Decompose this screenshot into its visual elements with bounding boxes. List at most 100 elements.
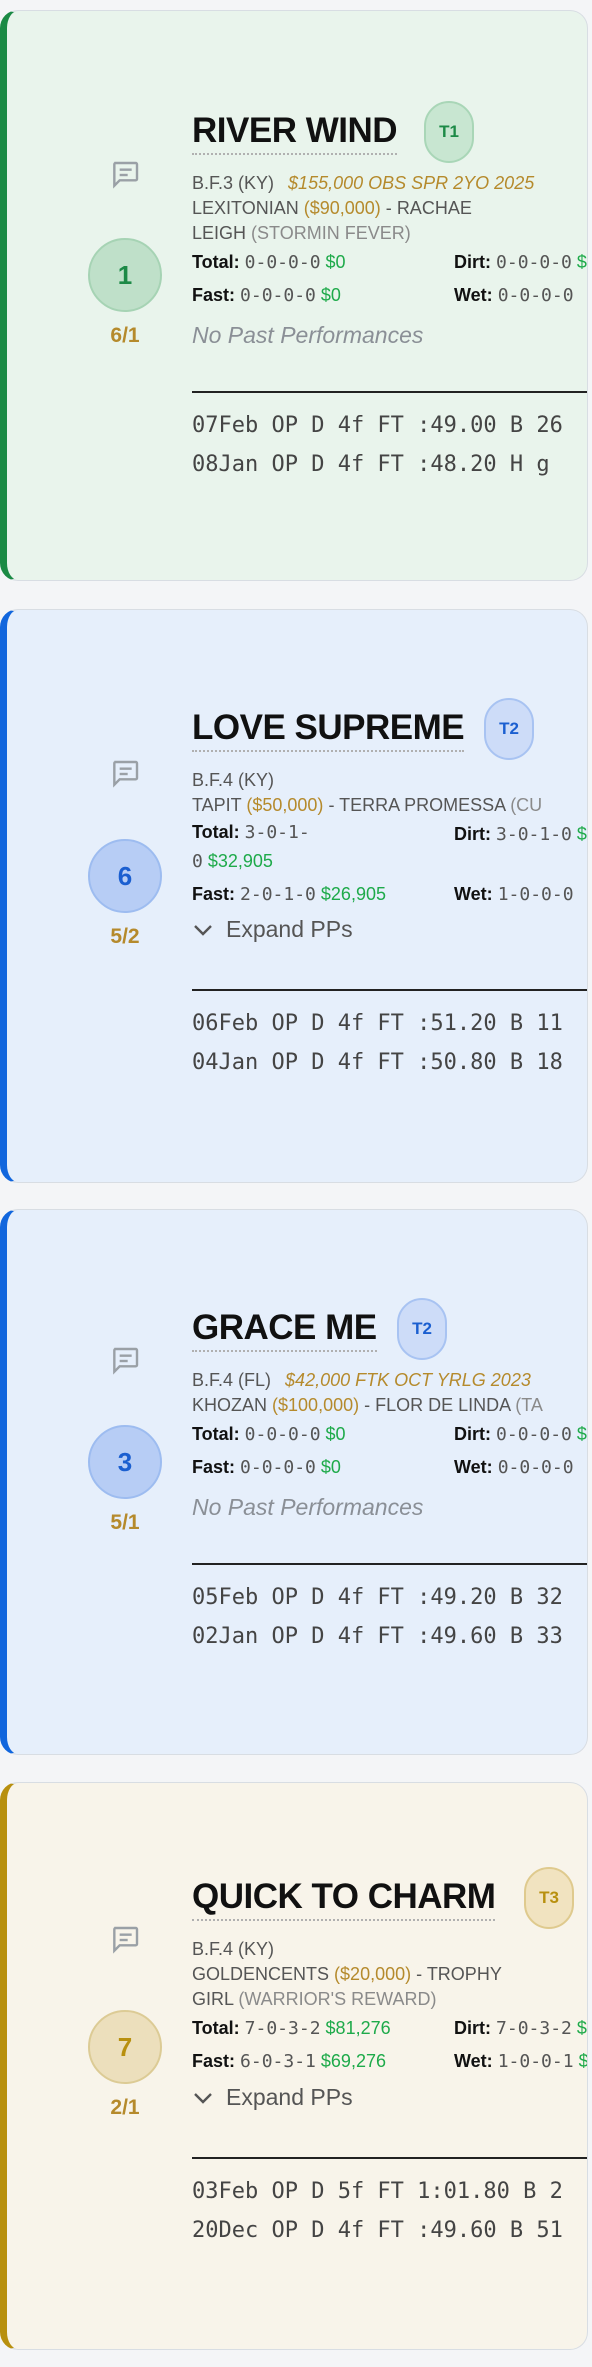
wet-label: Wet: [454, 1457, 493, 1477]
trainer-tag: T3 [524, 1867, 574, 1929]
workouts-divider [192, 1563, 587, 1565]
sale-price: $155,000 OBS SPR 2YO 2025 [288, 173, 535, 193]
chevron-down-icon [194, 924, 212, 936]
no-past-performances: No Past Performances [192, 322, 424, 348]
pedigree-separator: - [416, 1964, 423, 1984]
workouts-divider [192, 2157, 587, 2159]
trainer-tag: T2 [397, 1298, 447, 1360]
foaling-state: (FL) [238, 1370, 272, 1390]
total-record-cont: 0 [192, 851, 203, 872]
expand-pps-label: Expand PPs [226, 916, 353, 942]
dirt-earnings: $ [576, 2018, 587, 2038]
fast-earnings: $0 [320, 1457, 341, 1477]
wet-label: Wet: [454, 285, 493, 305]
workout-row: 20Dec OP D 4f FT :49.60 B 51 [192, 2218, 563, 2243]
age-sex: B.F.4 [192, 1370, 234, 1390]
sire: TAPIT [192, 795, 242, 815]
workout-row: 04Jan OP D 4f FT :50.80 B 18 [192, 1050, 563, 1075]
horse-name[interactable]: QUICK TO CHARM [192, 1877, 496, 1921]
damsire: (WARRIOR'S REWARD) [238, 1989, 437, 2009]
workouts-divider [192, 391, 587, 393]
post-position-badge: 1 [88, 238, 162, 312]
dirt-label: Dirt: [454, 824, 491, 844]
fast-label: Fast: [192, 2051, 236, 2071]
wet-earnings: $ [578, 2051, 588, 2071]
workout-row: 02Jan OP D 4f FT :49.60 B 33 [192, 1624, 563, 1649]
stud-fee: ($90,000) [303, 198, 381, 218]
entry-card-love-supreme: 6 5/2 LOVE SUPREME T2 B.F.4 (KY) TAPIT (… [0, 609, 588, 1183]
total-record: 3-0-1- [244, 822, 310, 843]
morning-line-odds: 2/1 [110, 2096, 140, 2119]
age-sex: B.F.4 [192, 1939, 234, 1959]
chat-bubble-icon[interactable] [107, 758, 143, 790]
entry-card-quick-to-charm: 7 2/1 QUICK TO CHARM T3 B.F.4 (KY) GOLDE… [0, 1782, 588, 2350]
stud-fee: ($20,000) [334, 1964, 412, 1984]
horse-name[interactable]: RIVER WIND [192, 111, 398, 155]
stud-fee: ($100,000) [272, 1395, 360, 1415]
total-label: Total: [192, 1424, 240, 1444]
stud-fee: ($50,000) [246, 795, 324, 815]
dam-cont: GIRL [192, 1989, 234, 2009]
sire: KHOZAN [192, 1395, 268, 1415]
wet-record: 0-0-0-0 [497, 285, 574, 306]
fast-record: 6-0-3-1 [240, 2051, 316, 2072]
workout-row: 08Jan OP D 4f FT :48.20 H g [192, 452, 550, 477]
chat-bubble-icon[interactable] [107, 1345, 143, 1377]
dirt-record: 3-0-1-0 [496, 824, 572, 845]
fast-label: Fast: [192, 285, 236, 305]
dirt-record: 7-0-3-2 [496, 2018, 572, 2039]
fast-label: Fast: [192, 884, 236, 904]
morning-line-odds: 5/2 [110, 925, 140, 948]
post-position-badge: 7 [88, 2010, 162, 2084]
total-label: Total: [192, 822, 240, 842]
foaling-state: (KY) [238, 770, 275, 790]
no-past-performances: No Past Performances [192, 1494, 424, 1520]
trainer-tag: T1 [424, 101, 474, 163]
dam: TERRA PROMESSA [339, 795, 506, 815]
workout-row: 06Feb OP D 4f FT :51.20 B 11 [192, 1011, 563, 1036]
morning-line-odds: 6/1 [110, 324, 140, 347]
chevron-down-icon [194, 2092, 212, 2104]
morning-line-odds: 5/1 [110, 1511, 140, 1534]
dam: RACHAE [396, 198, 472, 218]
wet-record: 0-0-0-0 [497, 1457, 574, 1478]
fast-label: Fast: [192, 1457, 236, 1477]
horse-name[interactable]: GRACE ME [192, 1308, 377, 1352]
fast-record: 0-0-0-0 [240, 285, 316, 306]
pedigree-separator: - [385, 198, 392, 218]
dam-cont: LEIGH [192, 223, 247, 243]
total-earnings: $81,276 [325, 2018, 391, 2038]
wet-record: 1-0-0-0 [497, 884, 574, 905]
wet-label: Wet: [454, 884, 493, 904]
fast-earnings: $0 [320, 285, 341, 305]
dirt-record: 0-0-0-0 [496, 1424, 572, 1445]
fast-record: 0-0-0-0 [240, 1457, 316, 1478]
total-earnings: $32,905 [207, 851, 273, 871]
chat-bubble-icon[interactable] [107, 1924, 143, 1956]
pedigree-separator: - [328, 795, 335, 815]
horse-name[interactable]: LOVE SUPREME [192, 708, 465, 752]
chat-bubble-icon[interactable] [107, 159, 143, 191]
dirt-label: Dirt: [454, 2018, 491, 2038]
workout-row: 07Feb OP D 4f FT :49.00 B 26 [192, 413, 563, 438]
total-label: Total: [192, 252, 240, 272]
dirt-earnings: $ [576, 1424, 587, 1444]
dam: FLOR DE LINDA [375, 1395, 511, 1415]
pedigree-separator: - [364, 1395, 371, 1415]
entry-card-grace-me: 3 5/1 GRACE ME T2 B.F.4 (FL) $42,000 FTK … [0, 1209, 588, 1755]
dirt-label: Dirt: [454, 1424, 491, 1444]
fast-earnings: $26,905 [320, 884, 386, 904]
dirt-record: 0-0-0-0 [496, 252, 572, 273]
damsire: (TA [515, 1395, 543, 1415]
workout-row: 05Feb OP D 4f FT :49.20 B 32 [192, 1585, 563, 1610]
post-position-badge: 6 [88, 839, 162, 913]
sire: LEXITONIAN [192, 198, 299, 218]
fast-earnings: $69,276 [320, 2051, 386, 2071]
wet-record: 1-0-0-1 [497, 2051, 574, 2072]
expand-pps-button[interactable]: Expand PPs [192, 2084, 587, 2111]
age-sex: B.F.3 [192, 173, 234, 193]
total-label: Total: [192, 2018, 240, 2038]
expand-pps-button[interactable]: Expand PPs [192, 916, 587, 943]
fast-record: 2-0-1-0 [240, 884, 316, 905]
age-sex: B.F.4 [192, 770, 234, 790]
